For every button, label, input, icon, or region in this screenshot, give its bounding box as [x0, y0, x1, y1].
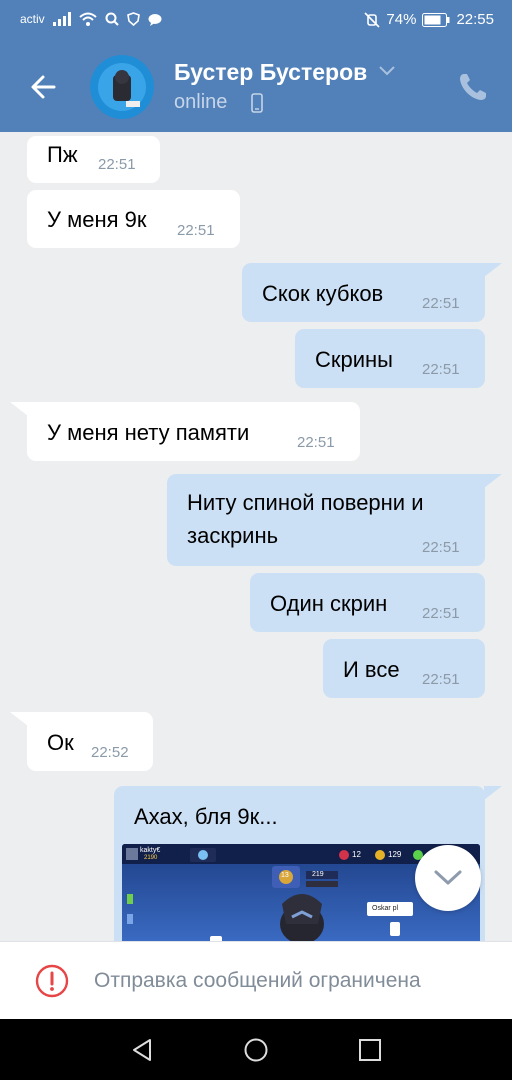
- message-text: У меня нету памяти: [47, 420, 250, 445]
- message-time: 22:51: [422, 295, 460, 312]
- bubble-tail: [484, 786, 502, 800]
- restricted-message: Отправка сообщений ограничена: [94, 969, 421, 992]
- message-incoming[interactable]: Ок 22:52: [27, 712, 153, 771]
- chevron-down-icon[interactable]: [378, 64, 396, 82]
- square-recents-icon: [359, 1039, 381, 1061]
- battery-percent: 74%: [386, 11, 417, 28]
- bubble-tail: [484, 263, 502, 277]
- message-text: Пж: [47, 142, 78, 167]
- call-button[interactable]: [456, 70, 490, 104]
- bubble-tail: [10, 402, 28, 416]
- back-arrow-icon: [31, 75, 56, 99]
- message-incoming[interactable]: У меня 9к 22:51: [27, 190, 240, 248]
- message-text: Скрины: [315, 347, 393, 372]
- phone-icon: [460, 74, 486, 100]
- message-time: 22:52: [91, 744, 129, 761]
- warning-icon: [35, 964, 69, 1003]
- message-outgoing[interactable]: Скрины 22:51: [295, 329, 485, 388]
- chat-icon: [148, 13, 162, 26]
- avatar[interactable]: [90, 55, 154, 119]
- message-text: Один скрин: [270, 591, 388, 616]
- message-outgoing[interactable]: Один скрин 22:51: [250, 573, 485, 632]
- message-outgoing[interactable]: Ниту спиной поверни и заскринь 22:51: [167, 474, 485, 566]
- nav-recents-button[interactable]: [357, 1037, 383, 1063]
- message-outgoing[interactable]: Скок кубков 22:51: [242, 263, 485, 322]
- message-text: У меня 9к: [47, 207, 147, 232]
- shield-icon: [126, 12, 140, 26]
- contact-name[interactable]: Бустер Бустеров: [174, 59, 367, 86]
- search-icon: [105, 12, 119, 26]
- message-time: 22:51: [177, 222, 215, 239]
- message-time: 22:51: [422, 361, 460, 378]
- messaging-restricted-bar: Отправка сообщений ограничена: [0, 941, 512, 1019]
- mute-icon: [364, 11, 380, 28]
- chat-header: Бустер Бустеров online: [0, 42, 512, 132]
- message-time: 22:51: [422, 671, 460, 688]
- message-text: И все: [343, 657, 400, 682]
- carrier-label: activ: [20, 12, 45, 26]
- player-level: 13: [281, 872, 289, 879]
- mobile-phone-icon: [251, 93, 263, 118]
- signal-icon: [52, 12, 71, 26]
- chevron-down-icon: [434, 870, 462, 885]
- gems-count: 12: [352, 850, 361, 859]
- message-text-line1: Ниту спиной поверни и: [187, 490, 424, 515]
- message-outgoing[interactable]: И все 22:51: [323, 639, 485, 698]
- bubble-tail: [10, 712, 28, 726]
- wifi-icon: [79, 12, 97, 26]
- scroll-down-button[interactable]: [415, 845, 481, 911]
- trophy-count: 219: [312, 871, 324, 878]
- status-time: 22:55: [456, 11, 494, 28]
- message-incoming[interactable]: У меня нету памяти 22:51: [27, 402, 360, 461]
- back-button[interactable]: [26, 69, 62, 105]
- message-text: Скок кубков: [262, 281, 384, 306]
- message-text: Ахах, бля 9к...: [134, 804, 278, 829]
- message-time: 22:51: [98, 156, 136, 173]
- nav-home-button[interactable]: [243, 1037, 269, 1063]
- message-time: 22:51: [422, 605, 460, 622]
- contact-status: online: [174, 91, 228, 113]
- message-text-line2: заскринь: [187, 523, 279, 548]
- triangle-back-icon: [133, 1039, 151, 1061]
- circle-home-icon: [244, 1038, 268, 1062]
- bubble-tail: [484, 474, 502, 488]
- message-text: Ок: [47, 730, 74, 755]
- player-name: kakty€: [140, 847, 161, 854]
- message-time: 22:51: [297, 434, 335, 451]
- nav-back-button[interactable]: [130, 1037, 156, 1063]
- message-incoming[interactable]: Пж 22:51: [27, 136, 160, 183]
- battery-icon: [422, 12, 450, 27]
- system-navigation-bar: [0, 1019, 512, 1080]
- player-trophies: 2190: [144, 855, 158, 861]
- friend-name: Oskar pl: [372, 905, 399, 912]
- message-time: 22:51: [422, 539, 460, 556]
- coins-count: 129: [388, 850, 402, 859]
- status-bar: activ 74% 22:55: [0, 0, 512, 42]
